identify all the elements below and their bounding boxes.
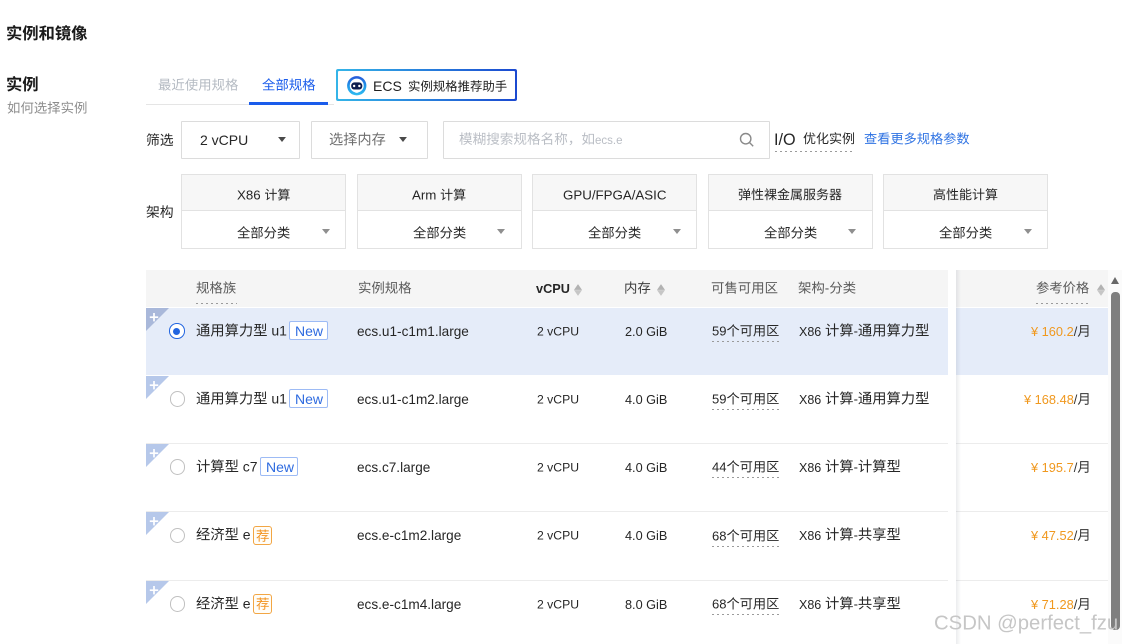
svg-text:e: e xyxy=(239,526,251,542)
svg-text:X86: X86 xyxy=(799,393,825,407)
svg-text:2 vCPU: 2 vCPU xyxy=(537,324,579,338)
svg-text:ecs.u1-c1m2.large: ecs.u1-c1m2.large xyxy=(357,392,469,407)
svg-text:c7: c7 xyxy=(239,458,258,474)
svg-text:ecs.e: ecs.e xyxy=(595,135,622,147)
svg-text:I/O: I/O xyxy=(774,131,796,149)
svg-text:New: New xyxy=(295,323,324,339)
svg-text:e: e xyxy=(239,595,251,611)
svg-text:¥ 168.48: ¥ 168.48 xyxy=(1023,392,1074,407)
svg-text:44: 44 xyxy=(712,459,726,474)
svg-text:8.0 GiB: 8.0 GiB xyxy=(625,598,667,612)
svg-text:59: 59 xyxy=(712,323,726,338)
svg-text:ecs.u1-c1m1.large: ecs.u1-c1m1.large xyxy=(357,324,469,339)
svg-text:vCPU: vCPU xyxy=(536,282,570,296)
svg-text:68: 68 xyxy=(712,528,726,543)
svg-text:2.0 GiB: 2.0 GiB xyxy=(625,325,667,339)
svg-text:2 vCPU: 2 vCPU xyxy=(537,529,579,543)
svg-text:-: - xyxy=(854,596,858,611)
svg-text:ecs.e-c1m4.large: ecs.e-c1m4.large xyxy=(357,597,461,612)
svg-text:CSDN @perfect_fzu: CSDN @perfect_fzu xyxy=(934,613,1118,635)
svg-text:X86: X86 xyxy=(799,325,825,339)
svg-text:/: / xyxy=(1074,597,1078,612)
svg-text:¥ 160.2: ¥ 160.2 xyxy=(1030,324,1074,339)
svg-text:X86: X86 xyxy=(799,461,825,475)
svg-text:Arm: Arm xyxy=(412,188,440,203)
svg-text:X86: X86 xyxy=(799,598,825,612)
svg-text:-: - xyxy=(854,459,858,474)
svg-text:¥ 195.7: ¥ 195.7 xyxy=(1030,460,1074,475)
svg-text:4.0 GiB: 4.0 GiB xyxy=(625,529,667,543)
svg-text:New: New xyxy=(266,459,295,475)
svg-text:u1: u1 xyxy=(268,322,288,338)
svg-text:-: - xyxy=(825,280,829,295)
svg-text:68: 68 xyxy=(712,596,726,611)
svg-text:2 vCPU: 2 vCPU xyxy=(537,460,579,474)
svg-text:-: - xyxy=(854,391,858,406)
svg-text:GPU/FPGA/ASIC: GPU/FPGA/ASIC xyxy=(563,188,667,203)
svg-text:ecs.c7.large: ecs.c7.large xyxy=(357,460,430,475)
svg-text:/: / xyxy=(1074,324,1078,339)
svg-text:¥ 71.28: ¥ 71.28 xyxy=(1030,597,1074,612)
svg-text:ECS: ECS xyxy=(373,78,402,94)
svg-text:ecs.e-c1m2.large: ecs.e-c1m2.large xyxy=(357,528,461,543)
svg-text:59: 59 xyxy=(712,391,726,406)
svg-text:2 vCPU: 2 vCPU xyxy=(200,132,248,148)
svg-text:-: - xyxy=(854,323,858,338)
svg-text:/: / xyxy=(1074,528,1078,543)
svg-text:New: New xyxy=(295,391,324,407)
svg-text:u1: u1 xyxy=(268,390,288,406)
svg-text:X86: X86 xyxy=(237,188,264,203)
svg-text:4.0 GiB: 4.0 GiB xyxy=(625,461,667,475)
svg-text:/: / xyxy=(1074,460,1078,475)
svg-text:2 vCPU: 2 vCPU xyxy=(537,392,579,406)
svg-text:2 vCPU: 2 vCPU xyxy=(537,597,579,611)
svg-text:-: - xyxy=(854,527,858,542)
svg-text:X86: X86 xyxy=(799,529,825,543)
svg-text:¥ 47.52: ¥ 47.52 xyxy=(1030,528,1074,543)
svg-text:4.0 GiB: 4.0 GiB xyxy=(625,393,667,407)
svg-text:/: / xyxy=(1074,392,1078,407)
